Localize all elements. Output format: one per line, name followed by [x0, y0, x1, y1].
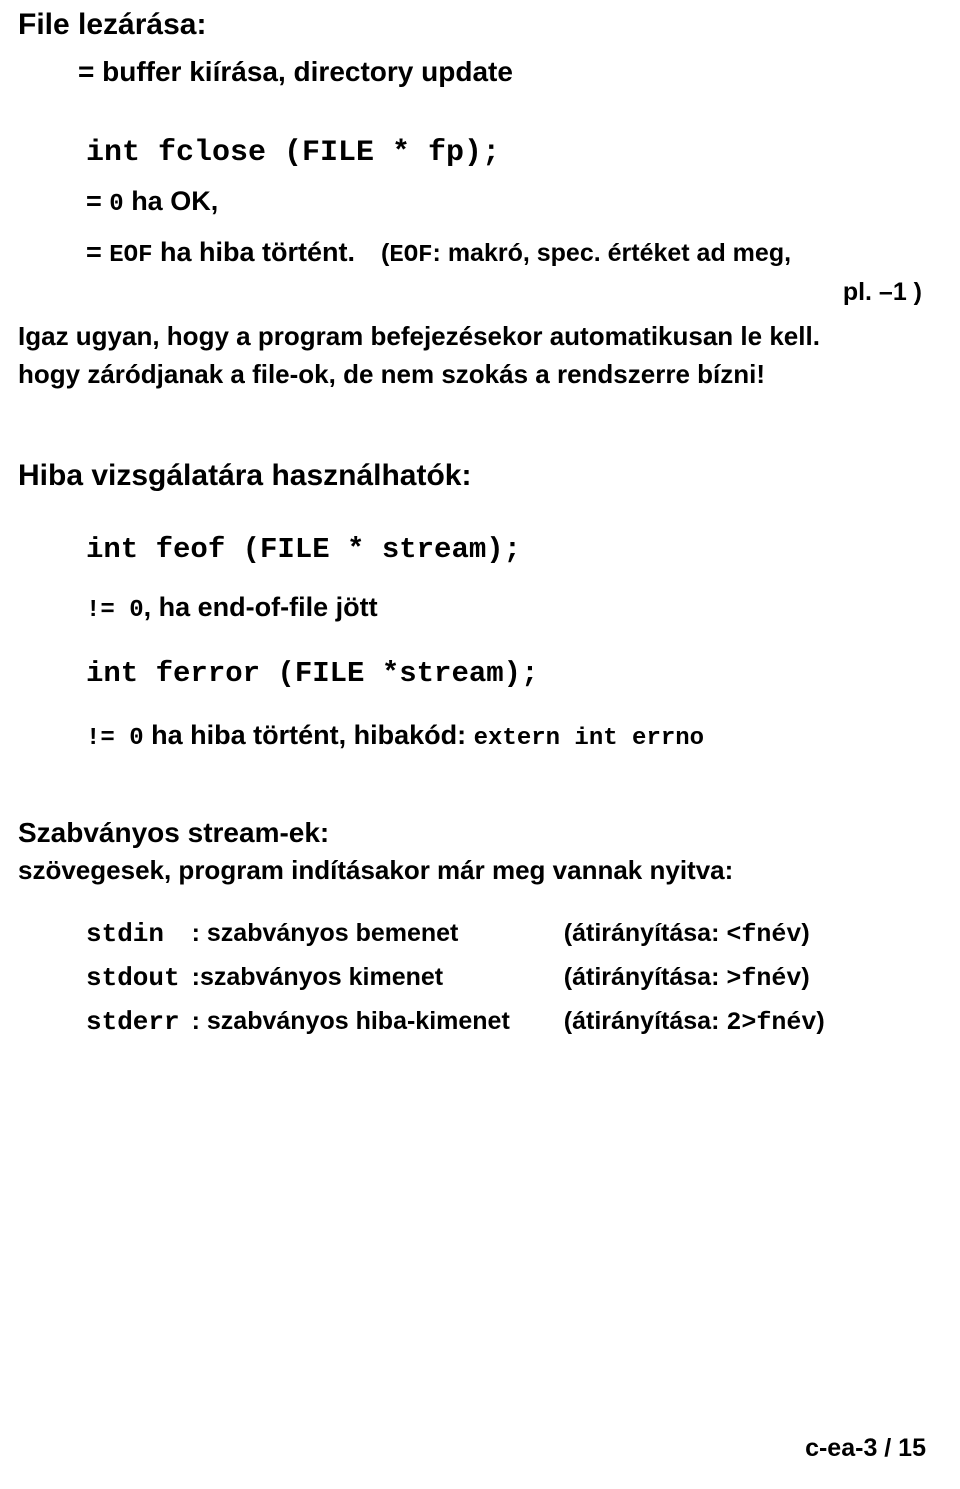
fclose-ok-code: 0 [109, 191, 124, 218]
fclose-ok-prefix: = [86, 186, 110, 216]
stream-name: stdout [86, 963, 180, 993]
table-row: stdin : szabványos bemenet (átirányítása… [86, 919, 825, 963]
stream-description: : szabványos bemenet [191, 919, 459, 947]
ferror-result-line: != 0 ha hiba történt, hibakód: extern in… [86, 722, 942, 751]
feof-result-code: != 0 [86, 597, 144, 624]
redirect-close: ) [801, 919, 810, 947]
streams-section-subheading: szövegesek, program indításakor már meg … [18, 855, 734, 885]
slide-page: File lezárása: = buffer kiírása, directo… [0, 8, 960, 1489]
stream-description: :szabványos kimenet [191, 963, 444, 991]
standard-streams-table: stdin : szabványos bemenet (átirányítása… [86, 919, 825, 1051]
fclose-ok-line: = 0 ha OK, [86, 188, 942, 217]
redirect-code: <fnév [726, 920, 802, 949]
stream-name: stderr [86, 1007, 180, 1037]
stream-redirect: (átirányítása: 2>fnév) [564, 1007, 825, 1051]
redirect-label: (átirányítása: [563, 919, 727, 947]
paragraph-hogy: hogy záródjanak a file-ok, de nem szokás… [18, 359, 766, 389]
error-section-block: int feof (FILE * stream); != 0, ha end-o… [86, 535, 942, 751]
redirect-close: ) [816, 1007, 825, 1035]
redirect-close: ) [801, 963, 810, 991]
paragraph-igaz: Igaz ugyan, hogy a program befejezésekor… [18, 321, 820, 351]
ferror-signature: int ferror (FILE *stream); [86, 657, 539, 690]
table-row: stdout :szabványos kimenet (átirányítása… [86, 963, 825, 1007]
eof-note-end: pl. –1 ) [842, 278, 922, 306]
table-row: stderr : szabványos hiba-kimenet (átirán… [86, 1007, 825, 1051]
fclose-eof-text: ha hiba történt. [152, 237, 355, 267]
stream-redirect: (átirányítása: >fnév) [564, 963, 825, 1007]
stream-name: stdin [86, 919, 165, 949]
feof-result-text: , ha end-of-file jött [143, 592, 378, 622]
stream-redirect: (átirányítása: <fnév) [564, 919, 825, 963]
page-footer: c-ea-3 / 15 [805, 1434, 926, 1462]
fclose-ok-suffix: ha OK, [123, 186, 219, 216]
fclose-signature: int fclose (FILE * fp); [86, 136, 501, 170]
feof-signature: int feof (FILE * stream); [86, 533, 522, 566]
streams-section-heading: Szabványos stream-ek: [18, 817, 330, 848]
page-subtitle: = buffer kiírása, directory update [78, 56, 513, 87]
fclose-eof-code: EOF [109, 242, 153, 269]
redirect-code: >fnév [726, 964, 802, 993]
ferror-errno-code: extern int errno [473, 725, 705, 752]
error-section-heading: Hiba vizsgálatára használhatók: [18, 459, 472, 492]
fclose-eof-prefix: = [86, 237, 110, 267]
eof-note-text: : makró, spec. értéket ad meg, [432, 239, 792, 267]
redirect-label: (átirányítása: [563, 1007, 727, 1035]
fclose-eof-line: = EOF ha hiba történt. (EOF: makró, spec.… [86, 239, 942, 268]
feof-result-line: != 0, ha end-of-file jött [86, 594, 942, 623]
fclose-block: int fclose (FILE * fp); = 0 ha OK, = EOF… [86, 138, 942, 305]
page-title: File lezárása: [18, 8, 207, 41]
ferror-result-text: ha hiba történt, hibakód: [143, 720, 474, 750]
eof-note-code: EOF [389, 242, 433, 269]
redirect-code: 2>fnév [726, 1008, 817, 1037]
ferror-result-code: != 0 [86, 725, 144, 752]
stream-description: : szabványos hiba-kimenet [191, 1007, 510, 1035]
redirect-label: (átirányítása: [563, 963, 727, 991]
